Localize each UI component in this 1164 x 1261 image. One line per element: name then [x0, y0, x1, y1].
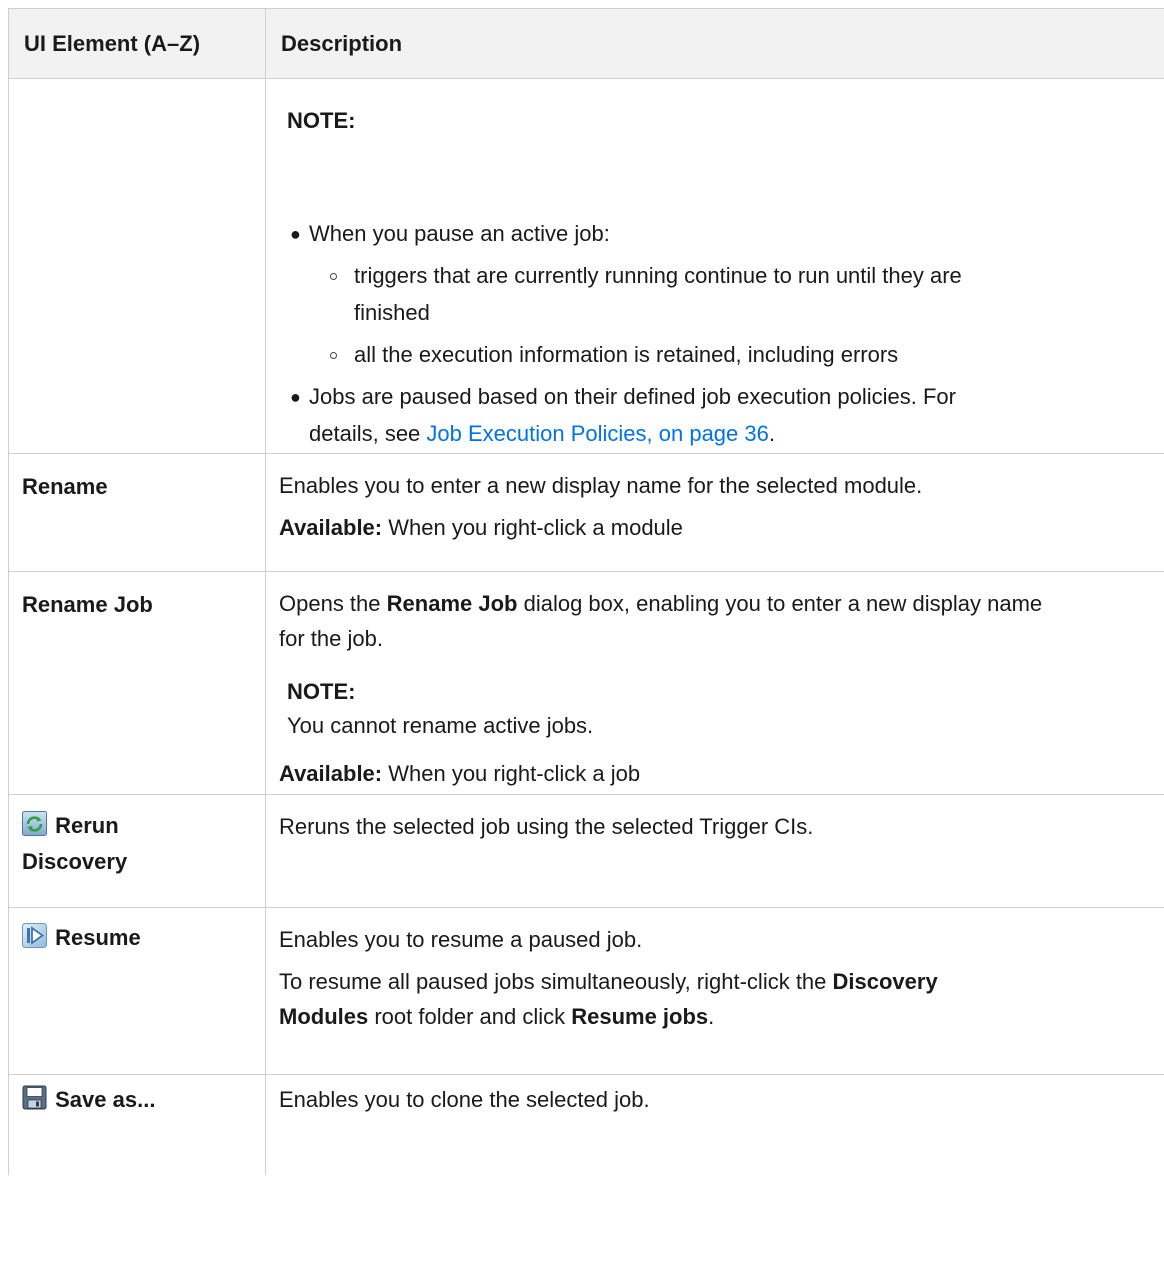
available-line: Available: When you right-click a job	[279, 761, 641, 786]
list-item: ● Jobs are paused based on their defined…	[279, 382, 1159, 412]
table-row-rename-job: Rename Job Opens the Rename Job dialog b…	[8, 571, 1164, 795]
description-cell: NOTE: ● When you pause an active job: tr…	[265, 78, 1164, 454]
save-element: Save as...	[9, 1075, 265, 1113]
resume-element: Resume	[9, 908, 265, 955]
element-cell: Rename Job	[8, 571, 266, 795]
description-cell: Enables you to enter a new display name …	[265, 453, 1164, 572]
description-cell: Reruns the selected job using the select…	[265, 794, 1164, 908]
bullet-icon: ●	[290, 387, 301, 407]
description-text: Enables you to enter a new display name …	[279, 473, 923, 498]
description-text: Opens the Rename Job dialog box, enablin…	[279, 591, 1043, 616]
column-header-description: Description	[265, 8, 1164, 79]
element-cell: Rename	[8, 453, 266, 572]
element-cell: Save as...	[8, 1074, 266, 1175]
list-item-continued: details, see Job Execution Policies, on …	[309, 421, 775, 446]
resume-icon	[22, 923, 47, 948]
bullet-icon: ●	[290, 224, 301, 244]
description-text-2: To resume all paused jobs simultaneously…	[279, 969, 938, 994]
description-text: Reruns the selected job using the select…	[279, 814, 814, 839]
table-row-rerun-discovery: Rerun Discovery Reruns the selected job …	[8, 794, 1164, 908]
note-label: NOTE:	[287, 679, 356, 704]
element-name: Rename Job	[22, 592, 153, 617]
note-text: You cannot rename active jobs.	[287, 713, 594, 738]
element-name: Rename	[22, 474, 108, 499]
circle-bullet-icon	[330, 352, 337, 359]
job-execution-policies-link[interactable]: Job Execution Policies, on page 36	[426, 421, 768, 446]
description-cell: Opens the Rename Job dialog box, enablin…	[265, 571, 1164, 795]
element-cell: Rerun Discovery	[8, 794, 266, 908]
description-cell: Enables you to clone the selected job.	[265, 1074, 1164, 1175]
rerun-element-line2: Discovery	[22, 849, 128, 874]
rerun-discovery-icon	[22, 811, 47, 836]
table-row-rename: Rename Enables you to enter a new displa…	[8, 453, 1164, 572]
available-line: Available: When you right-click a module	[279, 515, 683, 540]
description-text: Enables you to clone the selected job.	[279, 1087, 650, 1112]
table-header-row: UI Element (A–Z) Description	[8, 8, 1164, 79]
ui-elements-table: UI Element (A–Z) Description NOTE: ● Whe…	[8, 8, 1164, 1175]
description-cell: Enables you to resume a paused job. To r…	[265, 907, 1164, 1075]
note-label: NOTE:	[287, 108, 356, 133]
rerun-element-line1: Rerun	[22, 808, 253, 844]
description-text-continued: for the job.	[279, 626, 383, 651]
description-text-2-continued: Modules root folder and click Resume job…	[279, 1004, 715, 1029]
table-row-pause-continued: NOTE: ● When you pause an active job: tr…	[8, 78, 1164, 454]
column-header-ui-element: UI Element (A–Z)	[8, 8, 266, 79]
sub-list-item: triggers that are currently running cont…	[279, 261, 1159, 291]
list-item: ● When you pause an active job:	[279, 219, 1159, 249]
save-icon	[22, 1085, 47, 1110]
description-text: Enables you to resume a paused job.	[279, 927, 643, 952]
circle-bullet-icon	[330, 273, 337, 280]
table-row-resume: Resume Enables you to resume a paused jo…	[8, 907, 1164, 1075]
element-cell-empty	[8, 78, 266, 454]
table-row-save-as: Save as... Enables you to clone the sele…	[8, 1074, 1164, 1175]
sub-list-item-continued: finished	[354, 300, 430, 325]
element-cell: Resume	[8, 907, 266, 1075]
sub-list-item: all the execution information is retaine…	[279, 340, 1159, 370]
